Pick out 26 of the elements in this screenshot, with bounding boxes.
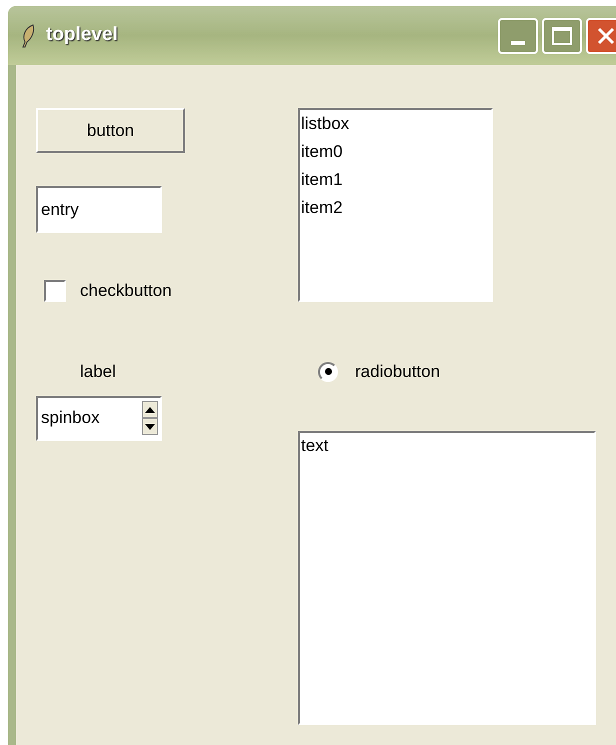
radio-button[interactable] (318, 362, 338, 382)
text-content: text (301, 436, 328, 454)
push-button[interactable]: button (36, 108, 185, 153)
list-item[interactable]: item2 (301, 194, 491, 222)
close-icon (596, 26, 616, 46)
spinbox-value: spinbox (40, 407, 101, 430)
down-arrow-icon (145, 424, 155, 430)
minimize-icon (511, 40, 525, 44)
spinbox-field[interactable]: spinbox (36, 396, 162, 440)
checkbox[interactable] (44, 280, 66, 302)
up-arrow-icon (145, 406, 155, 412)
checkbox-label: checkbutton (80, 280, 172, 302)
list-item[interactable]: listbox (301, 110, 491, 138)
text-area[interactable]: text (298, 430, 596, 724)
feather-icon (20, 24, 36, 48)
spin-arrows[interactable] (142, 401, 158, 435)
maximize-icon (552, 26, 572, 44)
text-label: label (80, 361, 116, 383)
maximize-button[interactable] (542, 18, 582, 54)
entry-field[interactable]: entry (36, 186, 162, 233)
list-item[interactable]: item1 (301, 166, 491, 194)
close-button[interactable] (586, 18, 616, 54)
window-title: toplevel (46, 23, 118, 48)
minimize-button[interactable] (498, 18, 538, 54)
list-item[interactable]: item0 (301, 138, 491, 166)
radio-label: radiobutton (355, 361, 440, 383)
